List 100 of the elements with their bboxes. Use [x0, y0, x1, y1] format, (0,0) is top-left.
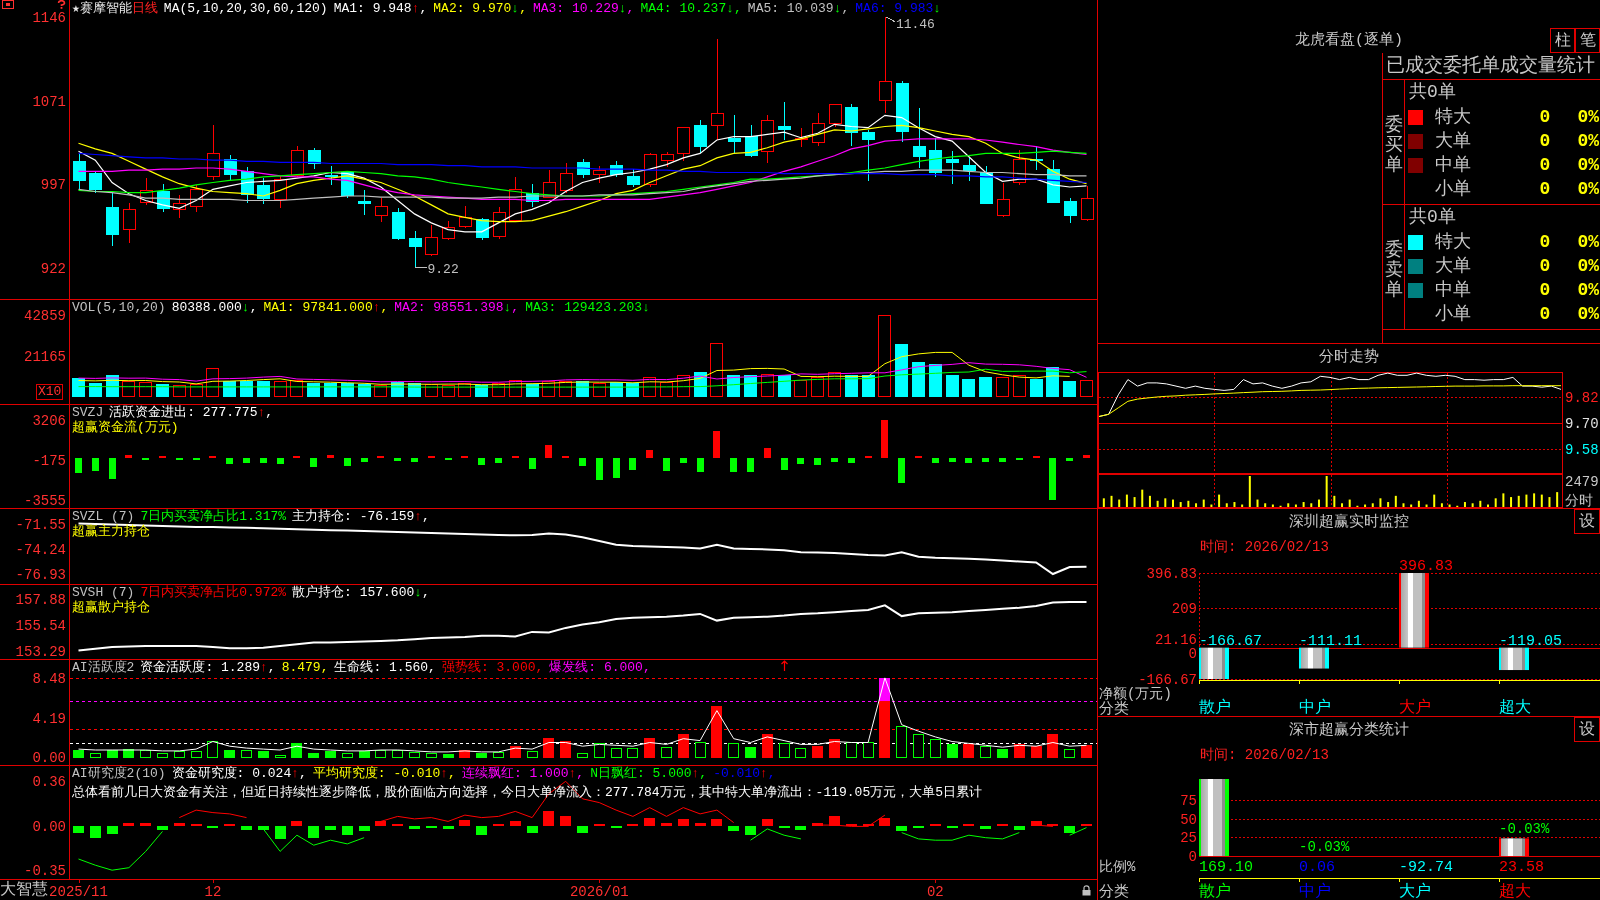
bar	[929, 824, 941, 827]
bar	[646, 449, 654, 459]
bar	[881, 420, 889, 459]
bar	[847, 458, 855, 464]
axis-label: 8.48	[32, 670, 66, 687]
row-label: 特大	[1434, 231, 1471, 253]
bar	[896, 726, 908, 758]
bar	[291, 821, 303, 827]
bar	[461, 456, 469, 459]
stock-name: ★赛摩智能	[72, 1, 132, 16]
bar	[1049, 458, 1057, 500]
axis-label: -76.93	[15, 566, 66, 583]
count-cell: 0	[1539, 154, 1551, 176]
axis-title: 分类	[1099, 701, 1129, 718]
legend-text: SVZL (7)	[72, 509, 135, 524]
chart-title: 分时走势	[1319, 347, 1379, 368]
bar	[411, 458, 418, 463]
candlestick	[1081, 185, 1094, 220]
bar	[173, 751, 185, 758]
bar	[88, 383, 102, 397]
legend-text: VOL(5,10,20)	[72, 300, 166, 315]
bar	[1013, 826, 1025, 831]
bar	[577, 826, 588, 833]
legend-text: MA4: 10.237↓,	[640, 1, 742, 16]
bar	[142, 458, 150, 461]
bar	[108, 458, 116, 479]
date-label: 2025/11	[49, 884, 108, 900]
bar	[308, 826, 320, 838]
row-label: 中单	[1434, 279, 1471, 301]
panel-title: 深市超赢分类统计	[1289, 722, 1409, 740]
bar	[945, 375, 959, 397]
bar	[528, 458, 536, 470]
bar	[996, 376, 1009, 397]
bar	[425, 752, 437, 758]
bar	[392, 750, 404, 758]
bar	[711, 818, 723, 827]
price-annotation: 11.46	[885, 16, 935, 32]
axis-label: 25	[1180, 830, 1197, 847]
axis-label: -3555	[24, 493, 66, 508]
legend-text: 80388.000↓,	[171, 300, 258, 315]
settings-button[interactable]: 设	[1574, 717, 1600, 742]
settings-button[interactable]: 设	[1574, 509, 1600, 534]
legend-text: 连续飘红: 1.000↑,	[461, 766, 585, 781]
axis-label: 50	[1180, 811, 1197, 828]
indicator-name: 超赢资金流(万元)	[72, 420, 179, 435]
analysis-text: 总体看前几日大资金有关注，但近日持续性逐步降低，股价面临方向选择，今日大单净流入：277.784万元，其中特大单净流出：-119.05万元，大单5日累计	[72, 785, 983, 800]
axis-label: 209	[1171, 601, 1197, 618]
bar	[831, 458, 838, 462]
lock-icon[interactable]	[1082, 885, 1091, 896]
row-label: 大单	[1434, 255, 1471, 277]
axis-label: 157.88	[15, 591, 66, 608]
group-total: 共0单	[1408, 206, 1456, 229]
bar	[997, 748, 1008, 758]
legend-text: 平均研究度: -0.010↑,	[312, 766, 456, 781]
bar	[526, 751, 538, 758]
bar	[962, 379, 976, 397]
bar	[122, 381, 136, 397]
view-button[interactable]: 笔	[1575, 28, 1600, 53]
category-label: 大户	[1399, 883, 1431, 900]
bar	[190, 824, 202, 827]
app-name: 大智慧	[0, 880, 48, 900]
bar	[560, 741, 572, 758]
category-label: 中户	[1299, 883, 1331, 900]
bar	[979, 376, 993, 397]
count-cell: 0	[1539, 178, 1551, 200]
bar	[661, 747, 672, 758]
bar	[291, 742, 303, 758]
axis-label: 1146	[32, 10, 66, 26]
legend-text: MA2: 9.970↓,	[433, 1, 527, 16]
view-button[interactable]: 柱	[1550, 28, 1575, 53]
legend-text: 7日内买卖净占比1.317%	[140, 509, 287, 524]
bar	[125, 455, 133, 459]
period-label: 日线	[131, 1, 158, 16]
bar	[778, 742, 790, 758]
bar	[913, 826, 924, 829]
value-label: 396.83	[1399, 558, 1453, 575]
bar	[75, 458, 82, 474]
square-icon[interactable]	[2, 0, 14, 9]
indicator-name: 超赢主力持仓	[72, 524, 150, 539]
bar	[931, 458, 939, 463]
bar	[543, 811, 555, 827]
bar	[946, 744, 958, 758]
bar	[89, 826, 101, 838]
axis-label: 21165	[24, 349, 66, 365]
bar	[91, 458, 99, 472]
legend-text: 生命线: 1.560,	[334, 660, 436, 675]
bar	[310, 458, 318, 467]
bar	[845, 741, 857, 758]
candlestick	[913, 107, 926, 169]
category-label: 散户	[1199, 883, 1231, 900]
bar	[243, 458, 250, 464]
axis-label: 997	[40, 176, 66, 193]
bar	[965, 458, 973, 463]
question-icon[interactable]	[57, 0, 66, 9]
bar	[156, 384, 169, 397]
legend-text: AI研究度2(10)	[72, 766, 166, 781]
bar	[1013, 743, 1025, 758]
bar	[358, 826, 370, 832]
count-cell: 0	[1539, 130, 1551, 152]
axis-title: 分类	[1099, 884, 1129, 900]
